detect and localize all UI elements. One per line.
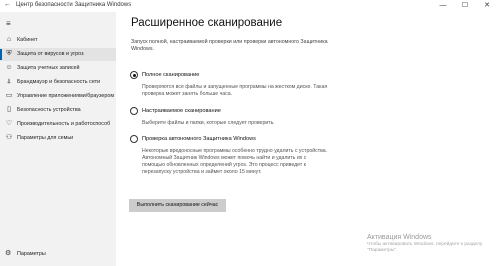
watermark-text: Чтобы активировать Windows, перейдите к … [367,242,483,253]
offline-scan-radio[interactable] [130,135,138,143]
offline-scan-label[interactable]: Проверка автономного Защитника Windows [142,136,256,142]
family-icon: ⚇ [5,134,13,141]
sidebar-item-account-protection[interactable]: ☺ Защита учетных записей [0,62,116,75]
sidebar-item-firewall[interactable]: ⍋ Брандмауэр и безопасность сети [0,76,116,89]
sidebar-item-label: Брандмауэр и безопасность сети [17,79,101,85]
sidebar-item-label: Параметры для семьи [17,135,74,141]
sidebar-item-label: Безопасность устройства [17,107,81,113]
title-bar: ← Центр безопасности Защитника Windows —… [0,0,498,12]
custom-scan-radio[interactable] [130,107,138,115]
sidebar-settings-link[interactable]: ⚙ Параметры [0,248,116,260]
settings-label: Параметры [17,251,46,257]
sidebar: ≡ ⌂ Кабинет ⛨ Защита от вирусов и угроз … [0,12,116,266]
person-icon: ☺ [5,64,13,71]
browser-window-icon: ▭ [5,92,13,99]
close-icon[interactable]: ✕ [476,0,498,12]
sidebar-item-home[interactable]: ⌂ Кабинет [0,34,116,47]
custom-scan-description: Выберите файлы и папки, которые следует … [142,120,275,126]
sidebar-item-virus-protection[interactable]: ⛨ Защита от вирусов и угроз [0,48,116,61]
page-title: Расширенное сканирование [131,17,283,29]
full-scan-label[interactable]: Полное сканирование [142,72,199,78]
activation-watermark: Активация Windows Чтобы активировать Win… [367,234,497,254]
sidebar-item-label: Кабинет [17,37,38,43]
sidebar-item-app-browser-control[interactable]: ▭ Управление приложениями/браузером [0,90,116,103]
full-scan-description: Проверяются все файлы и запущенные прогр… [142,84,328,97]
sidebar-item-label: Защита учетных записей [17,65,80,71]
sidebar-item-label: Управление приложениями/браузером [17,93,115,99]
offline-scan-description: Некоторые вредоносные программы особенно… [142,148,328,175]
minimize-icon[interactable]: — [432,0,454,12]
gear-icon: ⚙ [5,250,12,257]
intro-text: Запуск полной, настраиваемой проверки ил… [131,39,328,52]
sidebar-item-device-security[interactable]: ▯ Безопасность устройства [0,104,116,117]
full-scan-radio[interactable] [130,71,138,79]
hamburger-menu-icon[interactable]: ≡ [6,19,11,28]
window-title: Центр безопасности Защитника Windows [16,2,132,8]
back-arrow-icon[interactable]: ← [4,1,11,8]
heart-icon: ♡ [5,120,13,127]
shield-icon: ⛨ [6,50,12,57]
home-icon: ⌂ [6,36,12,43]
sidebar-item-device-performance[interactable]: ♡ Производительность и работоспособ [0,118,116,131]
sidebar-item-label: Производительность и работоспособ [17,121,111,127]
main-content: Расширенное сканирование Запуск полной, … [116,12,498,266]
scan-now-button[interactable]: Выполнить сканирование сейчас [129,199,226,212]
maximize-icon[interactable]: ☐ [454,0,476,12]
watermark-title: Активация Windows [367,234,432,241]
sidebar-item-family-options[interactable]: ⚇ Параметры для семьи [0,132,116,145]
device-icon: ▯ [7,106,11,113]
wifi-icon: ⍋ [6,78,12,85]
custom-scan-label[interactable]: Настраиваемое сканирование [142,108,221,114]
sidebar-item-label: Защита от вирусов и угроз [17,51,84,57]
